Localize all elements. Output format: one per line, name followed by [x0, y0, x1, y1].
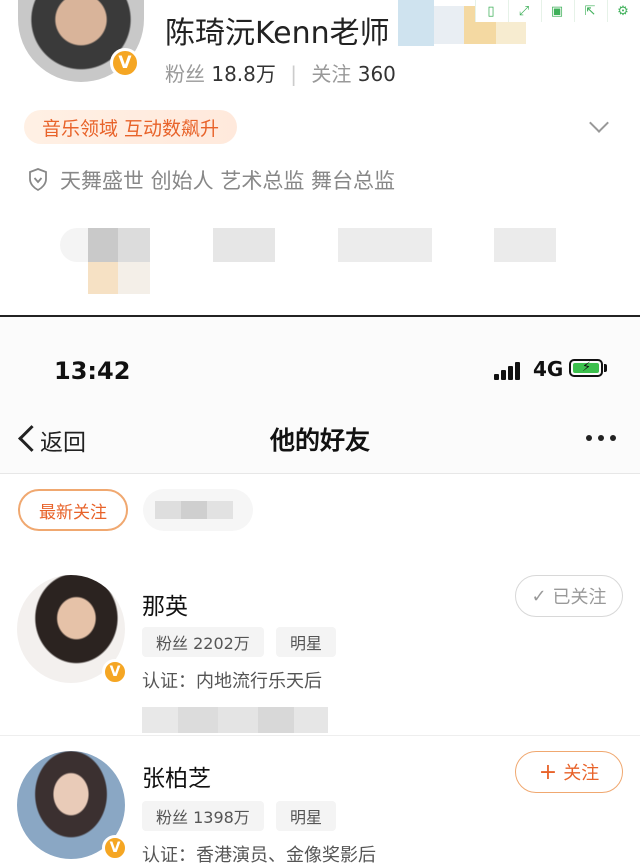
- verification-text: 认证：内地流行乐天后: [142, 671, 322, 692]
- share-icon[interactable]: ⇱: [574, 0, 605, 22]
- friend-name[interactable]: 那英: [142, 587, 188, 621]
- pixelated-area: [60, 228, 580, 294]
- status-bar: 13:42 4G ⚡: [0, 317, 640, 407]
- friend-name[interactable]: 张柏芝: [142, 759, 211, 793]
- phone-icon[interactable]: ▯: [475, 0, 506, 22]
- toolbar-icons: ▯ ⤢ ▣ ⇱ ⚙: [475, 0, 638, 22]
- save-icon[interactable]: ▣: [541, 0, 572, 22]
- fans-label: 粉丝: [165, 62, 205, 86]
- verified-badge-icon: V: [102, 835, 128, 861]
- shield-icon: [29, 168, 47, 191]
- verified-badge-icon: V: [102, 659, 128, 685]
- fans-chip: 粉丝 1398万: [142, 801, 264, 831]
- list-item[interactable]: V 那英 粉丝 2202万 明星 认证：内地流行乐天后 ✓ 已关注: [0, 567, 640, 737]
- check-icon: ✓: [531, 585, 547, 607]
- verified-badge-icon: V: [110, 48, 140, 78]
- category-chip: 明星: [276, 801, 337, 831]
- trending-tag[interactable]: 音乐领域 互动数飙升: [24, 110, 238, 144]
- list-item[interactable]: V 张柏芝 粉丝 1398万 明星 认证：香港演员、金像奖影后 + 关注: [0, 741, 640, 864]
- filter-pixelated[interactable]: [143, 489, 253, 531]
- followed-button[interactable]: ✓ 已关注: [515, 575, 623, 617]
- status-time: 13:42: [54, 357, 131, 385]
- more-icon[interactable]: [586, 435, 616, 441]
- fans-chip: 粉丝 2202万: [142, 627, 264, 657]
- profile-name: 陈琦沅Kenn老师: [165, 16, 390, 51]
- profile-description: 天舞盛世 创始人 艺术总监 舞台总监: [60, 169, 396, 193]
- pixelated-area: [142, 707, 328, 733]
- profile-header: V 陈琦沅Kenn老师 ▯ ⤢ ▣ ⇱ ⚙ 粉丝 18.8万 | 关注 360 …: [0, 0, 640, 316]
- nav-bar: 返回 他的好友: [0, 407, 640, 474]
- battery-icon: ⚡: [569, 359, 603, 377]
- verification-text: 认证：香港演员、金像奖影后: [142, 845, 376, 864]
- signal-icon: [494, 360, 524, 380]
- settings-icon[interactable]: ⚙: [607, 0, 638, 22]
- follow-button[interactable]: + 关注: [515, 751, 623, 793]
- follow-label: 已关注: [552, 587, 607, 608]
- profile-stats: 粉丝 18.8万 | 关注 360: [165, 62, 396, 86]
- follow-label: 关注: [563, 763, 600, 784]
- following-label: 关注: [311, 62, 352, 86]
- category-chip: 明星: [276, 627, 337, 657]
- plus-icon: +: [538, 759, 558, 785]
- filter-latest-follow[interactable]: 最新关注: [18, 489, 128, 531]
- phone-screen: 13:42 4G ⚡ 返回 他的好友 最新关注 V 那英 粉丝 2202万 明星…: [0, 317, 640, 864]
- chevron-down-icon[interactable]: [589, 113, 609, 133]
- following-count[interactable]: 360: [358, 62, 396, 86]
- network-type: 4G: [533, 357, 564, 381]
- expand-icon[interactable]: ⤢: [508, 0, 539, 22]
- page-title: 他的好友: [269, 426, 370, 455]
- fans-count[interactable]: 18.8万: [211, 62, 276, 86]
